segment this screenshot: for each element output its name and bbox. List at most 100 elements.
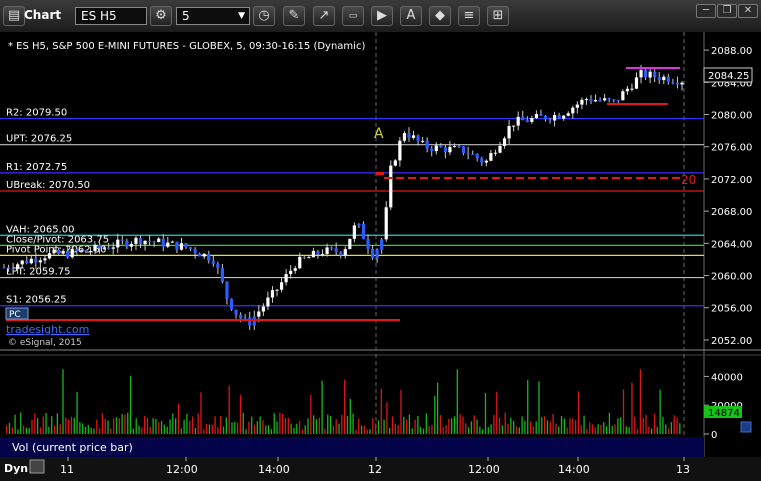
volume-bar xyxy=(217,427,219,434)
volume-bar xyxy=(34,413,36,434)
candle-body xyxy=(157,238,161,243)
volume-bar xyxy=(22,425,25,434)
volume-bar xyxy=(93,428,95,434)
text-tool-icon[interactable]: A xyxy=(400,6,422,26)
volume-bar xyxy=(82,423,84,434)
volume-bar xyxy=(380,388,382,434)
volume-bars xyxy=(6,369,681,434)
volume-bar xyxy=(124,414,126,434)
volume-bar xyxy=(642,418,644,434)
volume-bar xyxy=(203,429,205,434)
restore-icon[interactable]: ❐ xyxy=(717,4,737,18)
candle-body xyxy=(407,133,411,138)
volume-bar xyxy=(493,414,495,434)
volume-bar xyxy=(513,420,515,434)
candle-body xyxy=(539,114,543,116)
candle-body xyxy=(79,250,83,252)
volume-bar xyxy=(231,422,233,434)
volume-bar xyxy=(239,394,242,434)
volume-pane-collapse-icon[interactable] xyxy=(740,421,752,433)
brand-link[interactable]: tradesight.com xyxy=(6,323,89,336)
volume-bar xyxy=(225,417,227,434)
candle-body xyxy=(612,99,616,101)
settings-icon[interactable]: ⚙ xyxy=(150,6,172,26)
volume-bar xyxy=(175,418,177,434)
candle-body xyxy=(279,282,284,290)
zoom-reset-icon[interactable] xyxy=(29,459,45,474)
candle-body xyxy=(266,297,270,307)
volume-bar xyxy=(597,424,599,434)
volume-bar xyxy=(558,426,560,434)
candle-body xyxy=(357,223,361,226)
candle-body xyxy=(334,248,338,253)
volume-bar xyxy=(208,424,211,434)
volume-bar xyxy=(566,427,568,434)
close-icon[interactable]: ✕ xyxy=(738,4,758,18)
candle-body xyxy=(370,248,375,259)
candle-body xyxy=(148,240,152,242)
play-icon[interactable]: ▶ xyxy=(371,6,393,26)
level-label: LPT: 2059.75 xyxy=(6,267,71,278)
volume-bar xyxy=(31,419,33,434)
volume-tick-label: 0 xyxy=(711,430,717,441)
volume-bar xyxy=(543,416,546,434)
zoom-icon[interactable]: ▭ xyxy=(342,6,364,26)
last-volume: 14874 xyxy=(708,408,740,419)
price-tick-label: 2056.00 xyxy=(711,304,752,315)
volume-bar xyxy=(341,414,343,434)
volume-bar xyxy=(420,426,422,434)
volume-bar xyxy=(383,419,385,434)
candle-body xyxy=(566,113,570,116)
studies-icon[interactable]: ≡ xyxy=(458,6,480,26)
candle-body xyxy=(25,260,29,264)
symbol-input[interactable]: ES H5 xyxy=(75,7,147,25)
volume-bar xyxy=(265,425,267,434)
volume-bar xyxy=(521,416,523,434)
fib-tool-icon[interactable]: ◆ xyxy=(429,6,451,26)
volume-bar xyxy=(115,417,118,434)
price-chart[interactable]: R2: 2079.50 UPT: 2076.25 R1: 2072.75 UBreak… xyxy=(0,32,761,481)
candle-body xyxy=(107,247,111,249)
candle-body xyxy=(284,274,288,283)
interval-select[interactable]: 5 ▼ xyxy=(176,7,250,25)
pencil-icon[interactable]: ✎ xyxy=(283,6,305,26)
candle-body xyxy=(657,77,661,81)
volume-bar xyxy=(656,427,658,434)
volume-bar xyxy=(462,416,464,434)
volume-bar xyxy=(276,421,278,434)
volume-bar xyxy=(279,412,281,434)
candle-body xyxy=(270,290,275,298)
candle-body xyxy=(461,146,466,154)
time-tick-label: 12:00 xyxy=(468,463,500,476)
volume-bar xyxy=(583,415,585,434)
volume-bar xyxy=(214,416,216,434)
chart-window-icon[interactable]: ▤ xyxy=(3,6,25,26)
window-menu-icon[interactable]: ⊞ xyxy=(487,6,509,26)
minimize-icon[interactable]: ─ xyxy=(696,4,716,18)
time-tick-label: 12:00 xyxy=(166,463,198,476)
volume-bar xyxy=(25,427,28,434)
volume-bar xyxy=(118,418,120,434)
volume-bar xyxy=(355,429,357,434)
volume-bar xyxy=(580,425,582,434)
volume-bar xyxy=(287,417,289,434)
volume-bar xyxy=(546,420,549,434)
time-tick-label: 14:00 xyxy=(558,463,590,476)
volume-bar xyxy=(574,420,577,434)
volume-bar xyxy=(470,421,473,434)
volume-bar xyxy=(360,425,363,434)
candle-body xyxy=(307,257,311,259)
volume-bar xyxy=(445,425,447,434)
clock-icon[interactable]: ◷ xyxy=(253,6,275,26)
candle-body xyxy=(161,238,165,247)
volume-bar xyxy=(304,425,306,434)
volume-bar xyxy=(541,417,543,434)
candle-body xyxy=(475,154,479,159)
volume-bar xyxy=(158,422,160,434)
volume-bar xyxy=(414,419,416,434)
volume-bar xyxy=(53,425,56,434)
volume-bar xyxy=(121,414,123,434)
candle-body xyxy=(402,133,407,141)
volume-bar xyxy=(453,416,456,434)
cursor-icon[interactable]: ↗ xyxy=(313,6,335,26)
